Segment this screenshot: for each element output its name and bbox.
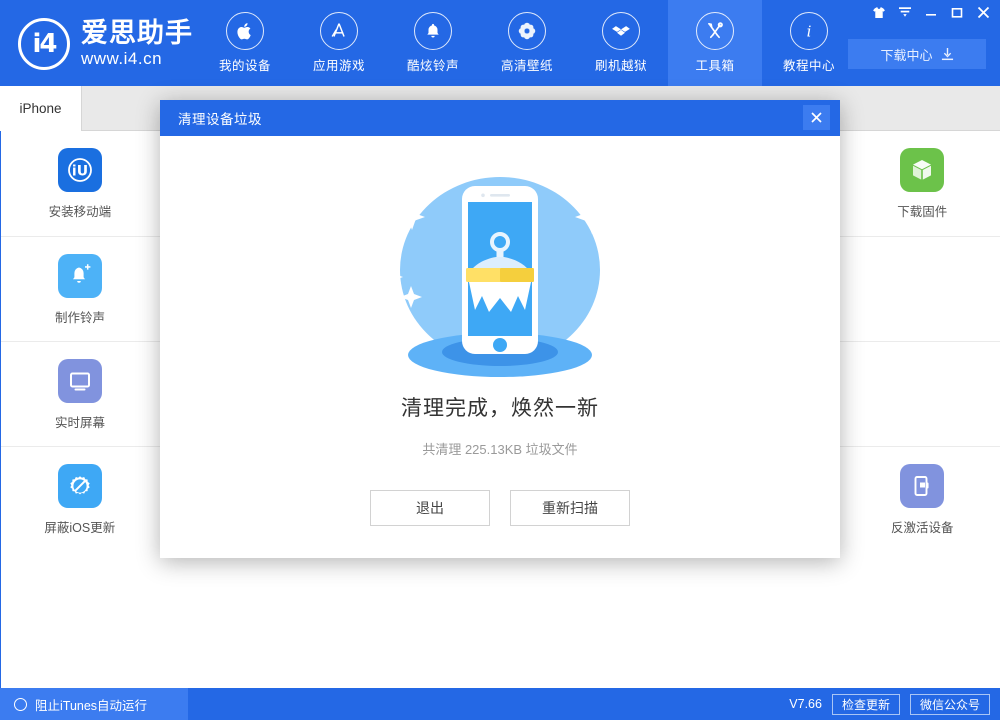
bell-icon <box>414 12 452 50</box>
cube-icon <box>900 147 945 192</box>
status-bar-right: V7.66 检查更新 微信公众号 <box>789 688 990 720</box>
nav-label: 酷炫铃声 <box>406 59 459 73</box>
check-update-button[interactable]: 检查更新 <box>831 693 900 715</box>
apple-icon <box>226 12 264 50</box>
tab-iphone[interactable]: iPhone <box>0 86 82 131</box>
nav-item-my-device[interactable]: 我的设备 <box>198 0 292 86</box>
tool-deactivate-device[interactable]: 反激活设备 <box>843 447 1000 552</box>
bell-plus-icon <box>58 253 102 298</box>
box-open-icon <box>602 12 640 50</box>
dialog-title: 清理设备垃圾 <box>178 112 262 127</box>
tool-install-mobile[interactable]: iU 安装移动端 <box>1 131 159 236</box>
status-bar: 阻止iTunes自动运行 V7.66 检查更新 微信公众号 <box>0 688 1000 720</box>
version-label: V7.66 <box>789 697 822 711</box>
dialog-buttons: 退出 重新扫描 <box>370 490 630 526</box>
info-icon: i <box>790 12 828 50</box>
tools-icon <box>696 12 734 50</box>
nav-item-wallpapers[interactable]: 高清壁纸 <box>480 0 574 86</box>
monitor-icon <box>58 358 102 403</box>
tool-make-ringtone[interactable]: 制作铃声 <box>1 237 159 342</box>
gear-block-icon <box>57 463 102 508</box>
nav-label: 教程中心 <box>782 59 835 73</box>
tool-label: 安装移动端 <box>48 204 112 219</box>
minimize-icon[interactable] <box>918 0 944 24</box>
tool-label: 屏蔽iOS更新 <box>44 520 116 535</box>
block-itunes-toggle[interactable]: 阻止iTunes自动运行 <box>0 688 188 720</box>
device-deactivate-icon <box>900 463 945 508</box>
radio-icon <box>14 697 27 711</box>
nav-item-flash-jailbreak[interactable]: 刷机越狱 <box>574 0 668 86</box>
i4-app-icon: iU <box>57 147 102 192</box>
phone-broom-clean-illustration <box>370 158 630 388</box>
download-center-button[interactable]: 下载中心 <box>848 39 986 69</box>
menu-icon[interactable] <box>892 0 918 24</box>
rescan-button[interactable]: 重新扫描 <box>510 490 630 526</box>
clean-junk-dialog: 清理设备垃圾 清理完成，焕然一新 共清理 225.13KB 垃圾文件 退出 重新… <box>160 100 840 558</box>
appstore-icon <box>320 12 358 50</box>
exit-button[interactable]: 退出 <box>370 490 490 526</box>
tool-label: 实时屏幕 <box>54 415 105 430</box>
nav-label: 刷机越狱 <box>594 59 647 73</box>
flower-icon <box>508 12 546 50</box>
result-title: 清理完成，焕然一新 <box>401 396 599 420</box>
nav-item-toolbox[interactable]: 工具箱 <box>668 0 762 86</box>
nav-label: 我的设备 <box>218 59 271 73</box>
tool-label: 下载固件 <box>897 204 948 219</box>
close-icon[interactable] <box>970 0 996 24</box>
nav-label: 应用游戏 <box>312 59 365 73</box>
tool-block-ios-update[interactable]: 屏蔽iOS更新 <box>1 447 159 552</box>
maximize-icon[interactable] <box>944 0 970 24</box>
logo-url: www.i4.cn <box>81 49 163 68</box>
download-icon <box>941 47 953 60</box>
nav-label: 工具箱 <box>695 59 735 73</box>
tool-label: 反激活设备 <box>890 520 954 535</box>
main-nav: 我的设备 应用游戏 酷炫铃声 高清壁纸 刷机越狱 工具箱 i 教程中心 <box>198 0 856 86</box>
skin-icon[interactable] <box>866 0 892 24</box>
close-icon[interactable] <box>803 105 830 130</box>
result-subtitle: 共清理 225.13KB 垃圾文件 <box>422 442 578 457</box>
nav-label: 高清壁纸 <box>500 59 553 73</box>
wechat-button[interactable]: 微信公众号 <box>909 693 990 715</box>
tool-live-screen[interactable]: 实时屏幕 <box>1 342 159 447</box>
dialog-titlebar: 清理设备垃圾 <box>160 100 840 136</box>
tool-download-firmware[interactable]: 下载固件 <box>843 131 1000 236</box>
logo-name: 爱思助手 <box>81 18 193 49</box>
app-logo: i4 爱思助手 www.i4.cn <box>18 18 193 70</box>
nav-item-apps-games[interactable]: 应用游戏 <box>292 0 386 86</box>
block-itunes-label: 阻止iTunes自动运行 <box>35 698 148 713</box>
app-window: i4 爱思助手 www.i4.cn 我的设备 应用游戏 酷炫铃声 高清壁纸 刷机… <box>0 0 1000 720</box>
tool-label: 制作铃声 <box>54 310 105 325</box>
window-controls <box>866 0 996 24</box>
app-header: i4 爱思助手 www.i4.cn 我的设备 应用游戏 酷炫铃声 高清壁纸 刷机… <box>0 0 1000 86</box>
svg-text:i: i <box>807 22 812 40</box>
nav-item-ringtones[interactable]: 酷炫铃声 <box>386 0 480 86</box>
svg-text:iU: iU <box>72 163 88 179</box>
tab-label: iPhone <box>19 101 62 116</box>
dialog-body: 清理完成，焕然一新 共清理 225.13KB 垃圾文件 退出 重新扫描 <box>160 136 840 558</box>
logo-mark-icon: i4 <box>18 18 70 70</box>
download-center-label: 下载中心 <box>880 47 933 63</box>
nav-item-tutorials[interactable]: i 教程中心 <box>762 0 856 86</box>
